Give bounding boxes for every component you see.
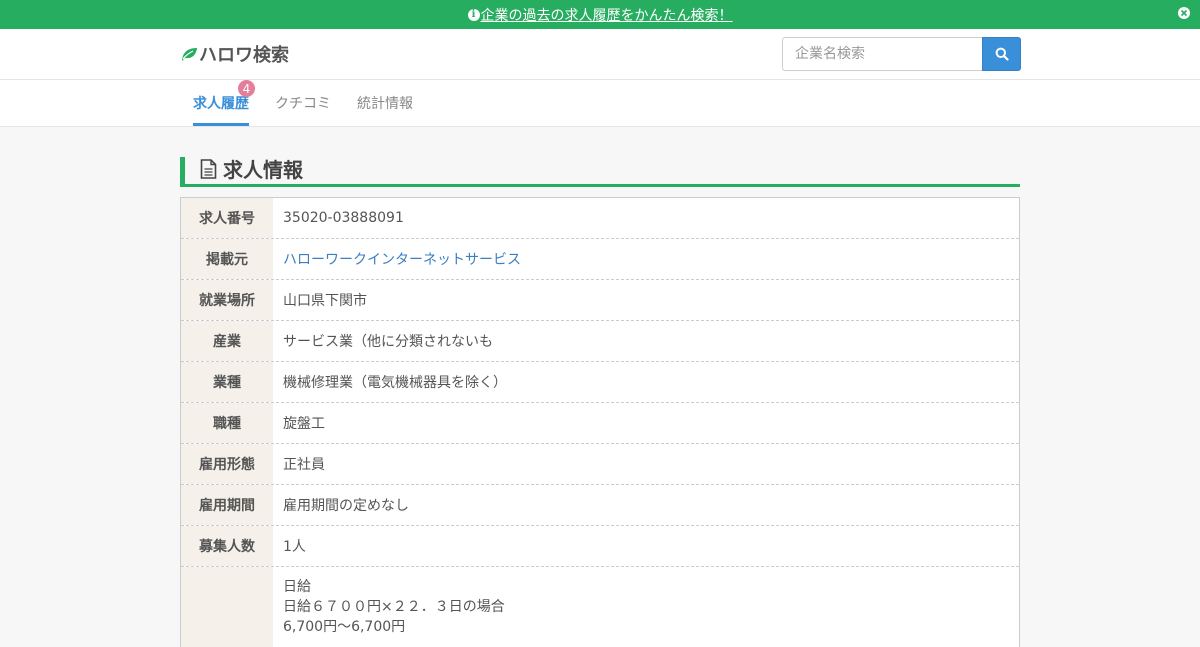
job-info-table: 求人番号 35020-03888091 掲載元 ハローワークインターネットサービ… [180, 197, 1020, 647]
close-circle-icon[interactable] [1178, 7, 1190, 19]
table-row: 募集人数 1人 [181, 526, 1019, 567]
row-value: 雇用期間の定めなし [283, 498, 409, 514]
table-row: 職種 旋盤工 [181, 403, 1019, 444]
leaf-icon [182, 48, 197, 61]
table-row: 雇用形態 正社員 [181, 444, 1019, 485]
table-row: 就業場所 山口県下関市 [181, 280, 1019, 321]
top-banner: i 企業の過去の求人履歴をかんたん検索！ [0, 0, 1200, 29]
row-label: 掲載元 [181, 239, 273, 279]
row-value: ハローワークインターネットサービス [273, 239, 1019, 279]
row-label: 産業 [181, 321, 273, 361]
job-history-count-badge: 4 [238, 80, 255, 97]
row-value: 1人 [283, 539, 306, 555]
section-title: 求人情報 [223, 158, 303, 182]
search-form [782, 37, 1021, 71]
row-label: 募集人数 [181, 526, 273, 566]
search-input[interactable] [782, 37, 982, 71]
logo-text: ハロワ検索 [199, 45, 289, 66]
row-label: 就業場所 [181, 280, 273, 320]
wage-line: 日給 [283, 579, 311, 595]
site-logo[interactable]: ハロワ検索 [180, 41, 289, 67]
row-label [181, 567, 273, 647]
row-value: サービス業（他に分類されないも [283, 334, 493, 350]
section-heading: 求人情報 [180, 157, 1020, 187]
table-row: 求人番号 35020-03888091 [181, 198, 1019, 239]
wage-value: 日給 日給６７００円×２２．３日の場合 6,700円～6,700円 [273, 567, 1019, 647]
document-icon [200, 158, 217, 179]
row-label: 業種 [181, 362, 273, 402]
wage-line: 6,700円～6,700円 [283, 619, 406, 635]
row-label: 雇用期間 [181, 485, 273, 525]
row-value: 山口県下関市 [283, 293, 367, 309]
table-row: 産業 サービス業（他に分類されないも [181, 321, 1019, 362]
wage-line: 日給６７００円×２２．３日の場合 [283, 599, 505, 615]
row-value: 機械修理業（電気機械器具を除く） [283, 375, 507, 391]
source-link[interactable]: ハローワークインターネットサービス [283, 249, 521, 269]
tab-label: クチコミ [275, 96, 331, 112]
table-row: 掲載元 ハローワークインターネットサービス [181, 239, 1019, 280]
tab-bar: 求人履歴 4 クチコミ 統計情報 [0, 80, 1200, 127]
row-label: 求人番号 [181, 198, 273, 238]
row-label: 職種 [181, 403, 273, 443]
tab-label: 統計情報 [357, 96, 413, 112]
tab-reviews[interactable]: クチコミ [275, 80, 331, 126]
table-row: 業種 機械修理業（電気機械器具を除く） [181, 362, 1019, 403]
search-button[interactable] [982, 37, 1021, 71]
row-value: 旋盤工 [283, 416, 325, 432]
search-icon [995, 47, 1009, 61]
table-row-wage: 日給 日給６７００円×２２．３日の場合 6,700円～6,700円 [181, 567, 1019, 647]
tab-label: 求人履歴 [193, 96, 249, 112]
row-label: 雇用形態 [181, 444, 273, 484]
row-value: 正社員 [283, 457, 325, 473]
info-circle-icon: i [467, 8, 480, 21]
table-row: 雇用期間 雇用期間の定めなし [181, 485, 1019, 526]
site-header: ハロワ検索 [0, 29, 1200, 80]
row-value: 35020-03888091 [283, 210, 404, 226]
tab-statistics[interactable]: 統計情報 [357, 80, 413, 126]
banner-link[interactable]: 企業の過去の求人履歴をかんたん検索！ [481, 5, 733, 25]
